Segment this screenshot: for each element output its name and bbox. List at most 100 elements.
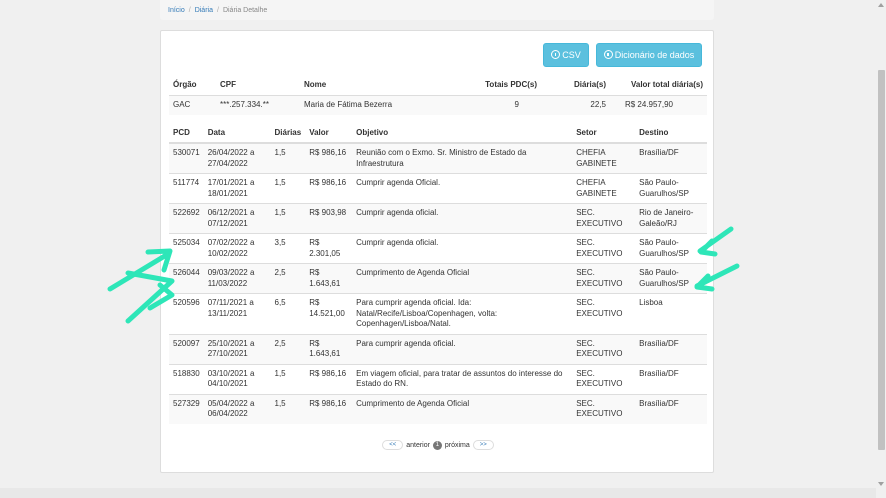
table-cell: 525034 bbox=[173, 238, 200, 247]
details-header-setor: Setor bbox=[576, 128, 597, 137]
table-cell: Brasília/DF bbox=[639, 148, 679, 157]
details-header-destino: Destino bbox=[639, 128, 669, 137]
table-row: 526044 09/03/2022 a 11/03/2022 2,5 R$ 1.643… bbox=[169, 263, 707, 294]
table-cell: São Paulo-Guarulhos/SP bbox=[639, 268, 689, 288]
summary-cell: 22,5 bbox=[590, 100, 606, 109]
breadcrumb-separator: / bbox=[188, 7, 191, 14]
summary-header-nome: Nome bbox=[304, 80, 327, 90]
table-cell: R$ 14.521,00 bbox=[309, 298, 345, 318]
table-cell: 527329 bbox=[173, 398, 200, 408]
table-cell: 511774 bbox=[173, 178, 200, 187]
table-row: 511774 17/01/2021 a 18/01/2021 1,5 R$ 986,1… bbox=[169, 173, 707, 204]
table-cell: Cumprir agenda Oficial. bbox=[356, 178, 441, 187]
table-cell: 1,5 bbox=[274, 178, 286, 187]
summary-header-totais: Totais PDC(s) bbox=[485, 80, 537, 90]
summary-row: GAC ***.257.334.** Maria de Fátima Bezer… bbox=[169, 95, 707, 115]
table-cell: SEC. EXECUTIVO bbox=[576, 398, 623, 419]
breadcrumb-link-diaria[interactable]: Diária bbox=[195, 7, 213, 14]
summary-cell: 9 bbox=[514, 100, 519, 109]
table-cell: Brasília/DF bbox=[639, 368, 679, 378]
table-row: 522692 06/12/2021 a 07/12/2021 1,5 R$ 903,9… bbox=[169, 203, 707, 234]
summary-cell: ***.257.334.** bbox=[220, 100, 269, 109]
summary-cell: R$ 24.957,90 bbox=[624, 100, 673, 109]
table-cell: 518830 bbox=[173, 368, 200, 378]
summary-cell: Maria de Fátima Bezerra bbox=[304, 100, 393, 109]
scroll-up-arrow-icon[interactable] bbox=[878, 3, 884, 7]
details-header-diarias: Diárias bbox=[274, 128, 302, 137]
table-cell: R$ 1.643,61 bbox=[309, 338, 341, 359]
pagination-current-page[interactable]: 1 bbox=[432, 440, 442, 450]
table-cell: Para cumprir agenda oficial. Ida: Natal/… bbox=[356, 298, 498, 328]
table-cell: 1,5 bbox=[274, 208, 286, 217]
summary-header-valor-total: Valor total diária(s) bbox=[630, 80, 703, 90]
table-cell: R$ 1.643,61 bbox=[309, 268, 341, 288]
table-cell: 526044 bbox=[173, 268, 200, 277]
table-row: 530071 26/04/2022 a 27/04/2022 1,5 R$ 986,1… bbox=[169, 143, 707, 174]
table-cell: 520097 bbox=[173, 338, 200, 348]
scrollbar-thumb[interactable] bbox=[878, 70, 885, 450]
table-cell: 530071 bbox=[173, 148, 200, 157]
download-icon bbox=[551, 50, 561, 59]
table-row: 518830 03/10/2021 a 04/10/2021 1,5 R$ 986,1… bbox=[169, 364, 707, 394]
pagination-prev-link[interactable]: anterior bbox=[406, 442, 430, 449]
pagination-first-button[interactable]: << bbox=[382, 440, 404, 450]
details-table: PCD Data Diárias Valor Objetivo Setor De… bbox=[169, 123, 707, 424]
breadcrumb: Início / Diária / Diária Detalhe bbox=[160, 0, 714, 20]
table-cell: Cumprir agenda oficial. bbox=[356, 208, 439, 217]
summary-cell: GAC bbox=[173, 100, 191, 109]
content-panel: CSV Dicionário de dados Órgão CPF Nome T… bbox=[160, 30, 714, 473]
pagination-next-link[interactable]: próxima bbox=[445, 442, 470, 449]
table-cell: 06/12/2021 a 07/12/2021 bbox=[207, 208, 255, 228]
summary-header-diarias: Diária(s) bbox=[573, 80, 606, 90]
table-cell: 09/03/2022 a 11/03/2022 bbox=[207, 268, 255, 288]
table-cell: 2,5 bbox=[274, 338, 286, 348]
details-header-data: Data bbox=[207, 128, 226, 137]
summary-table: Órgão CPF Nome Totais PDC(s) Diária(s) V… bbox=[169, 75, 707, 115]
table-cell: 2,5 bbox=[274, 268, 286, 277]
table-cell: Lisboa bbox=[639, 298, 663, 307]
csv-button-label: CSV bbox=[562, 50, 581, 60]
table-cell: 07/02/2022 a 10/02/2022 bbox=[207, 238, 255, 258]
details-body: 530071 26/04/2022 a 27/04/2022 1,5 R$ 986,1… bbox=[169, 143, 707, 424]
table-cell: SEC. EXECUTIVO bbox=[576, 298, 623, 318]
table-cell: Reunião com o Exmo. Sr. Ministro de Esta… bbox=[356, 148, 527, 168]
table-row: 520596 07/11/2021 a 13/11/2021 6,5 R$ 14.52… bbox=[169, 293, 707, 335]
table-cell: Brasília/DF bbox=[639, 398, 679, 408]
table-cell: Cumprimento de Agenda Oficial bbox=[356, 268, 470, 277]
table-cell: CHEFIA GABINETE bbox=[576, 178, 617, 198]
vertical-scrollbar[interactable] bbox=[876, 0, 886, 498]
table-row: 520097 25/10/2021 a 27/10/2021 2,5 R$ 1.643… bbox=[169, 334, 707, 364]
table-cell: 1,5 bbox=[274, 398, 286, 408]
table-cell: Brasília/DF bbox=[639, 338, 679, 348]
table-cell: SEC. EXECUTIVO bbox=[576, 268, 623, 288]
scroll-down-arrow-icon[interactable] bbox=[878, 482, 884, 486]
details-header-pcd: PCD bbox=[173, 128, 190, 137]
dictionary-button[interactable]: Dicionário de dados bbox=[596, 43, 702, 67]
table-cell: Para cumprir agenda oficial. bbox=[356, 338, 456, 348]
table-cell: Cumprimento de Agenda Oficial bbox=[356, 398, 470, 408]
breadcrumb-link-inicio[interactable]: Início bbox=[168, 7, 185, 14]
table-cell: 25/10/2021 a 27/10/2021 bbox=[207, 338, 255, 359]
table-cell: 3,5 bbox=[274, 238, 286, 247]
table-cell: SEC. EXECUTIVO bbox=[576, 338, 623, 359]
table-cell: 6,5 bbox=[274, 298, 286, 307]
pagination-last-button[interactable]: >> bbox=[472, 440, 494, 450]
summary-header-row: Órgão CPF Nome Totais PDC(s) Diária(s) V… bbox=[169, 75, 707, 95]
table-cell: SEC. EXECUTIVO bbox=[576, 238, 623, 258]
table-cell: 1,5 bbox=[274, 368, 286, 378]
breadcrumb-separator: / bbox=[216, 7, 219, 14]
summary-header-cpf: CPF bbox=[220, 80, 236, 90]
table-cell: R$ 986,16 bbox=[309, 398, 347, 408]
table-cell: 522692 bbox=[173, 208, 200, 217]
details-header-row: PCD Data Diárias Valor Objetivo Setor De… bbox=[169, 123, 707, 143]
table-cell: 17/01/2021 a 18/01/2021 bbox=[207, 178, 255, 198]
table-cell: R$ 986,16 bbox=[309, 178, 347, 187]
details-header-objetivo: Objetivo bbox=[356, 128, 389, 137]
horizontal-scrollbar bbox=[0, 488, 876, 498]
table-row: 525034 07/02/2022 a 10/02/2022 3,5 R$ 2.301… bbox=[169, 233, 707, 264]
csv-button[interactable]: CSV bbox=[543, 43, 589, 67]
pagination: << anterior 1 próxima >> bbox=[161, 440, 715, 450]
table-cell: 26/04/2022 a 27/04/2022 bbox=[207, 148, 255, 168]
table-row: 527329 05/04/2022 a 06/04/2022 1,5 R$ 986,1… bbox=[169, 394, 707, 424]
table-cell: 05/04/2022 a 06/04/2022 bbox=[207, 398, 255, 419]
